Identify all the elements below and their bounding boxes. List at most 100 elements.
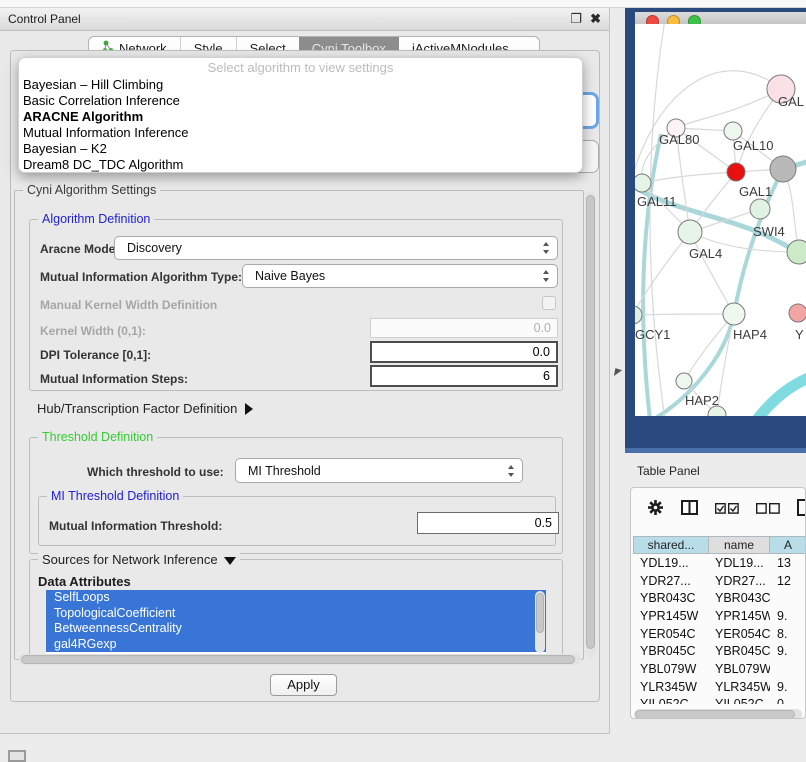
network-node[interactable]	[678, 220, 702, 244]
mi-threshold-label: Mutual Information Threshold:	[49, 519, 222, 533]
manual-kernel-label: Manual Kernel Width Definition	[40, 298, 217, 312]
algorithm-list-item[interactable]: Bayesian – Hill Climbing	[19, 77, 582, 93]
attribute-list-item[interactable]: SelfLoops	[46, 590, 546, 606]
table-row[interactable]: YDR27...YDR27...12	[633, 572, 806, 590]
network-node[interactable]	[635, 174, 651, 192]
partial-table-row[interactable]: YIL052CYIL052C0.	[633, 696, 806, 704]
table-row[interactable]: YBR045CYBR045C9.	[633, 642, 806, 660]
kernel-width-input[interactable]: 0.0	[370, 318, 558, 338]
table-hscrollbar[interactable]	[634, 709, 802, 719]
sources-group: Sources for Network Inference Data Attri…	[29, 559, 563, 659]
settings-vscrollbar[interactable]	[585, 192, 596, 658]
settings-group-title: Cyni Algorithm Settings	[23, 183, 160, 197]
algorithm-list-item[interactable]: Mutual Information Inference	[19, 125, 582, 141]
manual-kernel-checkbox[interactable]	[542, 296, 556, 310]
panel-grip[interactable]	[8, 750, 26, 762]
column-header-name[interactable]: name	[709, 536, 770, 554]
network-node[interactable]	[787, 240, 806, 264]
split-columns-icon[interactable]	[681, 500, 698, 520]
dpi-tolerance-label: DPI Tolerance [0,1]:	[40, 348, 151, 362]
float-window-icon[interactable]: ❐	[570, 11, 582, 27]
cyni-algorithm-settings-group: Cyni Algorithm Settings Algorithm Defini…	[14, 190, 584, 660]
table-cell: YIL052C	[633, 697, 709, 703]
network-node[interactable]	[789, 304, 806, 322]
table-row[interactable]: YER054CYER054C8.	[633, 625, 806, 643]
mi-threshold-input[interactable]: 0.5	[417, 512, 559, 534]
node-label: GCY1	[635, 327, 670, 342]
panel-title: Control Panel	[8, 12, 81, 26]
attribute-list-item[interactable]: BetweennessCentrality	[46, 621, 546, 637]
table-panel-title: Table Panel	[637, 464, 700, 478]
algorithm-list-item[interactable]: Dream8 DC_TDC Algorithm	[19, 157, 582, 173]
node-label: GAL	[778, 94, 804, 109]
which-threshold-label: Which threshold to use:	[87, 465, 224, 479]
column-header-shared[interactable]: shared...	[633, 536, 709, 554]
table-row[interactable]: YBR043CYBR043C	[633, 589, 806, 607]
expanded-arrow-icon	[224, 557, 236, 565]
unchecked-pair-icon[interactable]	[756, 501, 780, 519]
network-node[interactable]	[770, 156, 796, 182]
table-cell: YER054C	[633, 627, 709, 641]
data-attributes-list[interactable]: SelfLoopsTopologicalCoefficientBetweenne…	[46, 590, 546, 654]
mi-steps-input[interactable]: 6	[370, 365, 558, 387]
checked-pair-icon[interactable]	[715, 501, 739, 519]
dpi-tolerance-input[interactable]: 0.0	[370, 341, 558, 363]
which-threshold-value: MI Threshold	[248, 464, 321, 478]
table-row[interactable]: YPR145WYPR145W9.	[633, 607, 806, 625]
which-threshold-combobox[interactable]: MI Threshold	[235, 458, 523, 483]
table-cell: 9.	[770, 609, 800, 623]
top-strip	[0, 0, 806, 8]
network-node[interactable]	[635, 306, 642, 324]
table-cell: YBR045C	[709, 644, 770, 658]
table-cell: YIL052C	[709, 697, 770, 703]
collapsed-arrow-icon	[245, 403, 253, 415]
hub-definition-toggle[interactable]: Hub/Transcription Factor Definition	[37, 401, 253, 416]
node-label: SWI4	[753, 224, 785, 239]
table-cell: YDL19...	[633, 556, 709, 570]
table-row[interactable]: YLR345WYLR345W9.	[633, 678, 806, 696]
node-label: HAP4	[733, 327, 767, 342]
network-canvas[interactable]: GALGAL80GAL10GAL1GAL11SWI4GAL4GCY1HAP4YH…	[635, 24, 806, 416]
table-toolbar	[631, 494, 805, 526]
network-node[interactable]	[723, 303, 745, 325]
document-icon[interactable]	[797, 499, 806, 521]
network-node[interactable]	[750, 199, 770, 219]
settings-hscrollbar[interactable]	[19, 654, 581, 665]
control-panel-titlebar	[0, 8, 609, 31]
algorithm-list-item[interactable]: Bayesian – K2	[19, 141, 582, 157]
node-label: GAL1	[739, 184, 772, 199]
column-header-a[interactable]: A	[770, 536, 806, 554]
attribute-list-item[interactable]: TopologicalCoefficient	[46, 606, 546, 622]
table-cell: YPR145W	[709, 609, 770, 623]
apply-button[interactable]: Apply	[270, 674, 337, 696]
network-node[interactable]	[676, 373, 692, 389]
mi-type-combobox[interactable]: Naive Bayes	[242, 264, 558, 288]
hub-definition-label: Hub/Transcription Factor Definition	[37, 401, 237, 416]
table-rows[interactable]: YDL19...YDL19...13YDR27...YDR27...12YBR0…	[633, 554, 806, 704]
close-window-icon[interactable]: ✖	[590, 11, 601, 27]
gear-icon[interactable]	[647, 499, 664, 521]
table-cell: YDR27...	[709, 574, 770, 588]
table-cell: YLR345W	[709, 680, 770, 694]
attributes-vscrollbar[interactable]	[535, 591, 545, 653]
desktop-background	[625, 448, 806, 453]
sources-toggle[interactable]: Sources for Network Inference	[38, 552, 240, 567]
table-row[interactable]: YBL079WYBL079W	[633, 660, 806, 678]
control-panel-window: Control Panel ❐ ✖ NetworkStyleSelectCyni…	[0, 8, 610, 734]
aracne-mode-combobox[interactable]: Discovery	[114, 236, 558, 260]
mi-steps-label: Mutual Information Steps:	[40, 372, 188, 386]
table-row[interactable]: YIL052CYIL052C0.	[633, 696, 806, 704]
table-cell: YPR145W	[633, 609, 709, 623]
mi-threshold-group-title: MI Threshold Definition	[47, 489, 183, 503]
algorithm-list-item[interactable]: Basic Correlation Inference	[19, 93, 582, 109]
node-label: Y	[795, 327, 804, 342]
kernel-width-label: Kernel Width (0,1):	[40, 324, 146, 338]
algorithm-list-item[interactable]: ARACNE Algorithm	[19, 109, 582, 125]
table-row[interactable]: YDL19...YDL19...13	[633, 554, 806, 572]
mi-type-value: Naive Bayes	[255, 269, 325, 283]
attribute-list-item[interactable]: gal4RGexp	[46, 637, 546, 653]
algorithm-dropdown-popup: Select algorithm to view settings Bayesi…	[18, 57, 583, 173]
network-node[interactable]	[727, 163, 745, 181]
table-cell: 9.	[770, 644, 800, 658]
table-header-row[interactable]: shared...nameA	[633, 536, 806, 554]
